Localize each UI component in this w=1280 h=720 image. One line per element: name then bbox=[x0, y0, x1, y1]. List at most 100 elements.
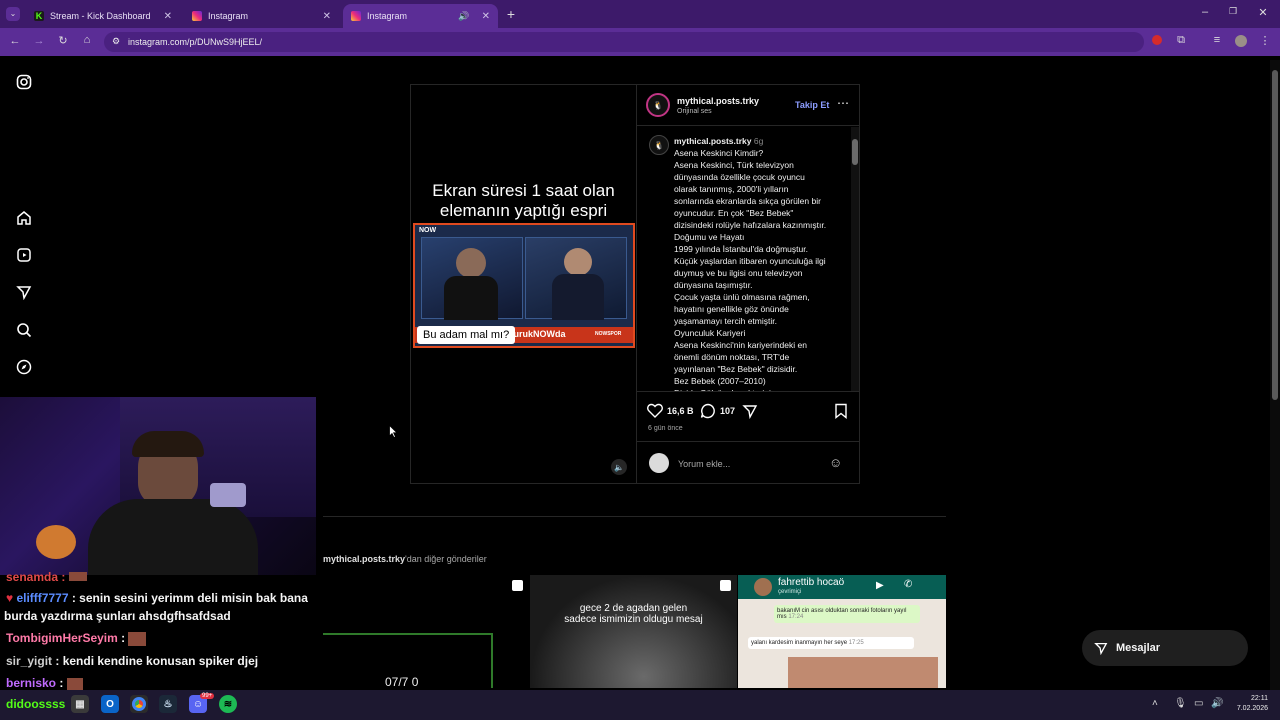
comment-icon[interactable] bbox=[700, 403, 716, 424]
forward-icon[interactable]: → bbox=[32, 35, 46, 47]
extension-red-icon[interactable] bbox=[1150, 35, 1164, 48]
tab-search-icon[interactable]: ⌄ bbox=[6, 7, 20, 21]
mute-icon[interactable]: 🔈 bbox=[611, 459, 627, 475]
video-call-icon: ▶ bbox=[876, 580, 884, 591]
back-icon[interactable]: ← bbox=[8, 35, 22, 47]
display-icon[interactable]: ▭ bbox=[1194, 698, 1203, 709]
new-tab-icon[interactable]: + bbox=[504, 6, 518, 22]
like-icon[interactable] bbox=[647, 403, 663, 423]
explore-compass-icon[interactable] bbox=[14, 357, 34, 377]
minimize-icon[interactable]: – bbox=[1198, 6, 1212, 18]
caption-line: dünyasında özellikle çocuk oyuncu bbox=[674, 172, 805, 182]
close-icon[interactable]: ✕ bbox=[164, 11, 172, 22]
address-bar[interactable]: ⚙ instagram.com/p/DUNwS9HjEEL/ bbox=[104, 32, 1144, 52]
notification-badge: 99+ bbox=[200, 693, 215, 699]
close-icon[interactable]: ✕ bbox=[323, 11, 331, 22]
direct-send-icon[interactable] bbox=[14, 282, 34, 302]
outlook-icon[interactable]: O bbox=[101, 695, 119, 713]
chat-message: bernisko : bbox=[6, 676, 83, 690]
clock[interactable]: 22:11 7.02.2026 bbox=[1232, 694, 1268, 714]
thumb-3-message-1: bakanıM cin asısı olduktan sonraki fotol… bbox=[774, 605, 920, 623]
stream-chat: senamda : ♥ elifff7777 : senin sesini ye… bbox=[0, 570, 320, 690]
extensions-icon[interactable]: ⧉ bbox=[1174, 34, 1188, 47]
divider bbox=[637, 125, 860, 126]
caption-avatar[interactable]: 🐧 bbox=[649, 135, 669, 155]
steam-icon[interactable]: ♨ bbox=[159, 695, 177, 713]
chrome-icon[interactable] bbox=[130, 695, 148, 713]
caption-username[interactable]: mythical.posts.trky bbox=[674, 136, 751, 146]
speaker-icon[interactable]: 🔊 bbox=[458, 11, 469, 22]
more-options-icon[interactable]: ⋯ bbox=[837, 96, 849, 110]
messages-label: Mesajlar bbox=[1116, 642, 1161, 654]
ticker-logo: NOWSPOR bbox=[595, 331, 622, 337]
tab-kick-dashboard[interactable]: K Stream - Kick Dashboard ✕ bbox=[26, 4, 180, 28]
spotify-icon[interactable]: ≋ bbox=[219, 695, 237, 713]
chat-message: burda yazdırma şunları ahsdgfhsafdsad bbox=[4, 609, 231, 623]
chat-text: kendi kendine konusan spiker djej bbox=[62, 654, 259, 668]
save-bookmark-icon[interactable] bbox=[834, 403, 848, 424]
microphone-icon[interactable]: 🎙 bbox=[1174, 698, 1187, 709]
reel-icon bbox=[512, 580, 523, 591]
caption-scrollbar[interactable] bbox=[851, 127, 859, 391]
direct-send-icon bbox=[1094, 642, 1108, 655]
author-avatar[interactable]: 🐧 bbox=[646, 93, 670, 117]
post-video[interactable]: Ekran süresi 1 saat olan elemanın yaptığ… bbox=[411, 85, 636, 483]
caption-line: yayınlanan "Bez Bebek" dizisidir. bbox=[674, 364, 798, 374]
tab-title: Stream - Kick Dashboard bbox=[50, 11, 151, 21]
tab-instagram-2[interactable]: Instagram 🔊 ✕ bbox=[343, 4, 498, 28]
chat-message: ♥ elifff7777 : senin sesini yerimm deli … bbox=[6, 591, 308, 605]
tab-title: Instagram bbox=[367, 11, 408, 21]
thumb-3-photo bbox=[788, 657, 938, 688]
maximize-icon[interactable]: ❐ bbox=[1226, 6, 1240, 17]
comment-count[interactable]: 107 bbox=[720, 406, 735, 416]
more-post-thumb-2[interactable]: gece 2 de agadan gelen sadece ismimizin … bbox=[530, 575, 737, 688]
emoji-icon[interactable]: ☺ bbox=[829, 455, 842, 470]
more-post-thumb-3[interactable]: fahrettib hocaö çevrimiçi ▶ ✆ bakanıM ci… bbox=[738, 575, 946, 688]
close-icon[interactable]: ✕ bbox=[482, 11, 490, 22]
caption-line: dünyasına taşımıştır. bbox=[674, 280, 753, 290]
divider bbox=[637, 441, 860, 442]
reels-icon[interactable] bbox=[14, 245, 34, 265]
like-count[interactable]: 16,6 B bbox=[667, 406, 694, 416]
caption-line: yaşamamayı tercih etmiştir. bbox=[674, 316, 777, 326]
person-right-image bbox=[525, 237, 627, 320]
more-posts-username[interactable]: mythical.posts.trky bbox=[323, 554, 405, 564]
chat-username: sir_yigit bbox=[6, 654, 53, 668]
volume-icon[interactable]: 🔊 bbox=[1211, 698, 1223, 709]
page-scrollbar[interactable] bbox=[1270, 60, 1280, 690]
file-explorer-icon[interactable]: ▦ bbox=[71, 695, 89, 713]
chat-username: elifff7777 bbox=[16, 591, 69, 605]
more-posts-suffix: 'dan diğer gönderiler bbox=[405, 554, 487, 564]
home-icon[interactable]: ⌂ bbox=[80, 34, 94, 46]
scrollbar-thumb[interactable] bbox=[1272, 70, 1278, 400]
audio-label[interactable]: Orijinal ses bbox=[677, 108, 712, 115]
divider bbox=[323, 516, 946, 517]
search-icon[interactable] bbox=[14, 320, 34, 340]
media-control-icon[interactable]: ≡ bbox=[1210, 34, 1224, 46]
tab-instagram-1[interactable]: Instagram ✕ bbox=[184, 4, 339, 28]
kick-icon: K bbox=[34, 11, 44, 21]
chat-message: TombigimHerSeyim : bbox=[6, 631, 147, 646]
caption-line: duymuş ve bu ilgisi onu televizyon bbox=[674, 268, 803, 278]
site-info-icon[interactable]: ⚙ bbox=[112, 36, 120, 47]
messages-button[interactable]: Mesajlar bbox=[1082, 630, 1248, 666]
instagram-logo-icon[interactable] bbox=[14, 72, 34, 92]
follow-button[interactable]: Takip Et bbox=[795, 100, 829, 110]
caption-line: hayatını genellikle göz önünde bbox=[674, 304, 789, 314]
more-post-thumb-1[interactable]: 07/7 0 bbox=[323, 575, 529, 688]
menu-icon[interactable]: ⋮ bbox=[1258, 34, 1272, 47]
video-title-line-1: Ekran süresi 1 saat olan bbox=[432, 181, 615, 200]
home-nav-icon[interactable] bbox=[14, 208, 34, 228]
share-icon[interactable] bbox=[742, 403, 758, 424]
profile-avatar[interactable] bbox=[1234, 35, 1248, 50]
author-username[interactable]: mythical.posts.trky bbox=[677, 96, 759, 106]
comment-input[interactable]: Yorum ekle... bbox=[678, 459, 730, 469]
close-window-icon[interactable]: ✕ bbox=[1256, 6, 1270, 19]
thumb-2-line-1: gece 2 de agadan gelen bbox=[579, 603, 688, 614]
caption-line: Oyunculuk Kariyeri bbox=[674, 328, 746, 338]
caption-line: Asena Keskinci'nin kariyerindeki en bbox=[674, 340, 807, 350]
tray-chevron-icon[interactable]: ˄ bbox=[1152, 698, 1158, 709]
caption-line: Asena Keskinci Kimdir? bbox=[674, 148, 764, 158]
url-text: instagram.com/p/DUNwS9HjEEL/ bbox=[128, 37, 263, 47]
reload-icon[interactable]: ↻ bbox=[56, 34, 70, 47]
